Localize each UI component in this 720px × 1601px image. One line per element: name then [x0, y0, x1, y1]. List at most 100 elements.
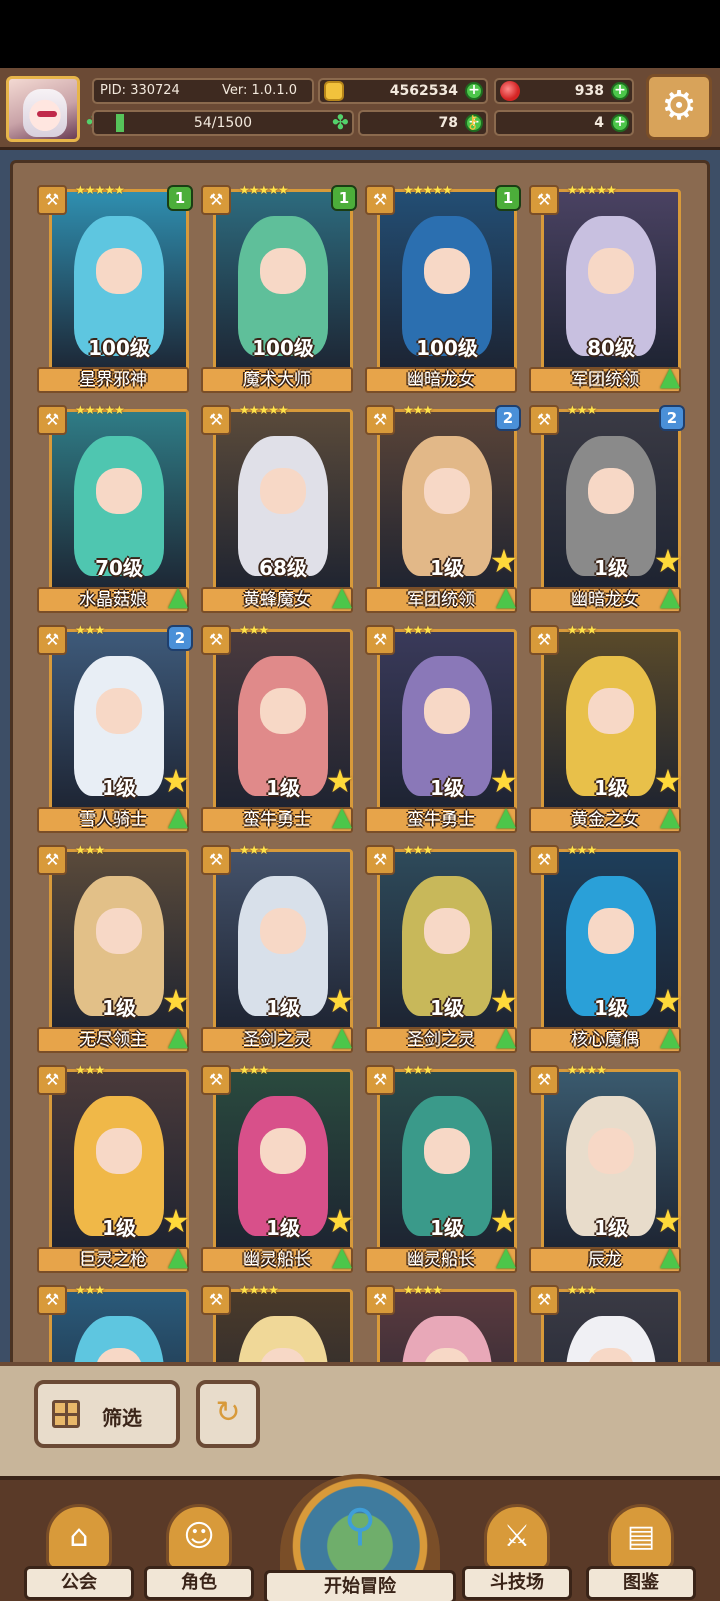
gem-value: 938 — [574, 83, 604, 99]
weapon-type-icon: ⚒ — [529, 625, 559, 655]
filter-button[interactable]: 筛选 — [34, 1380, 180, 1448]
status-bar — [0, 0, 720, 68]
star-up-icon: ★ — [325, 762, 355, 800]
character-portrait: 70级 — [52, 412, 186, 598]
character-grid-frame: 100级 ⚒ ★★★★★ 1 星界邪神 100级 ⚒ ★★★★★ 1 魔术大师 100级 ⚒ ★★★★★… — [10, 160, 710, 1481]
character-card[interactable]: 100级 ⚒ ★★★★★ 1 星界邪神 — [37, 183, 193, 397]
character-card[interactable]: 1级 ⚒ ★★★ 蛮牛勇士 ★ ▲ — [365, 623, 518, 837]
refresh-icon: ↻ — [215, 1395, 241, 1430]
stamina-progress: 54/1500 — [92, 110, 354, 136]
upgrade-arrow-icon: ▲ — [332, 582, 352, 612]
character-portrait: 80级 — [544, 192, 678, 378]
rarity-stars: ★★★ — [567, 623, 597, 637]
rarity-stars: ★★★ — [75, 1063, 105, 1077]
character-card[interactable]: 100级 ⚒ ★★★★★ 1 魔术大师 — [201, 183, 357, 397]
character-card[interactable]: 1级 ⚒ ★★★ 核心魔偶 ★ ▲ — [529, 843, 682, 1057]
weapon-type-icon: ⚒ — [37, 185, 67, 215]
star-up-icon: ★ — [653, 982, 683, 1020]
nav-codex[interactable]: ▤ 图鉴 — [586, 1504, 696, 1601]
star-up-icon: ★ — [653, 762, 683, 800]
weapon-type-icon: ⚒ — [529, 845, 559, 875]
character-face — [424, 688, 470, 734]
character-face — [260, 248, 306, 294]
upgrade-arrow-icon: ▲ — [332, 1242, 352, 1272]
character-card[interactable]: 1级 ⚒ ★★★ 巨灵之枪 ★ ▲ — [37, 1063, 190, 1277]
character-card[interactable]: 1级 ⚒ ★★★ 无尽领主 ★ ▲ — [37, 843, 190, 1057]
weapon-type-icon: ⚒ — [201, 405, 231, 435]
stamina-progress-text: 54/1500 — [193, 115, 253, 131]
upgrade-arrow-icon: ▲ — [332, 802, 352, 832]
rank-badge: 2 — [495, 405, 521, 431]
rank-badge: 1 — [167, 185, 193, 211]
character-face — [588, 248, 634, 294]
nav-start-adventure[interactable]: ⚲ 开始冒险 — [264, 1474, 456, 1601]
guild-building-icon: ⌂ — [46, 1504, 112, 1570]
clover-value: 78 — [438, 115, 458, 131]
star-up-icon: ★ — [161, 762, 191, 800]
character-face — [588, 468, 634, 514]
add-keys-button[interactable]: + — [611, 114, 629, 132]
rank-badge: 2 — [659, 405, 685, 431]
nav-character-label: 角色 — [144, 1566, 254, 1600]
star-up-icon: ★ — [489, 982, 519, 1020]
weapon-type-icon: ⚒ — [365, 1285, 395, 1315]
character-card[interactable]: 1级 ⚒ ★★★ 圣剑之灵 ★ ▲ — [201, 843, 354, 1057]
character-card[interactable]: 1级 ⚒ ★★★ 2 军团统领 ★ ▲ — [365, 403, 521, 617]
settings-button[interactable]: ⚙ — [646, 74, 712, 140]
character-card[interactable]: 1级 ⚒ ★★★ 蛮牛勇士 ★ ▲ — [201, 623, 354, 837]
refresh-button[interactable]: ↻ — [196, 1380, 260, 1448]
character-card[interactable]: 1级 ⚒ ★★★ 2 雪人骑士 ★ ▲ — [37, 623, 193, 837]
player-id: PID: 330724 — [100, 83, 180, 98]
character-card[interactable]: 70级 ⚒ ★★★★★ 水晶菇娘 ▲ — [37, 403, 189, 617]
character-card[interactable]: 80级 ⚒ ★★★★★ 军团统领 ▲ — [529, 183, 681, 397]
character-face — [588, 908, 634, 954]
rarity-stars: ★★★★ — [239, 1283, 279, 1297]
character-name: 幽暗龙女 — [407, 370, 475, 390]
weapon-type-icon: ⚒ — [529, 1065, 559, 1095]
rarity-stars: ★★★ — [403, 1063, 433, 1077]
weapon-type-icon: ⚒ — [529, 405, 559, 435]
player-avatar[interactable] — [6, 76, 80, 142]
magnifier-icon: ⚲ — [343, 1500, 377, 1551]
weapon-type-icon: ⚒ — [201, 185, 231, 215]
weapon-type-icon: ⚒ — [37, 845, 67, 875]
card-frame: 100级 — [49, 189, 189, 381]
rarity-stars: ★★★★ — [403, 1283, 443, 1297]
character-card[interactable]: 1级 ⚒ ★★★ 圣剑之灵 ★ ▲ — [365, 843, 518, 1057]
rarity-stars: ★★★ — [239, 623, 269, 637]
nav-codex-label: 图鉴 — [586, 1566, 696, 1600]
character-portrait: 100级 — [380, 192, 514, 378]
weapon-type-icon: ⚒ — [365, 405, 395, 435]
rarity-stars: ★★★ — [403, 623, 433, 637]
character-card[interactable]: 1级 ⚒ ★★★ 幽灵船长 ★ ▲ — [201, 1063, 354, 1277]
nav-guild[interactable]: ⌂ 公会 — [24, 1504, 134, 1601]
coin-value: 4562534 — [389, 83, 458, 99]
upgrade-arrow-icon: ▲ — [496, 582, 516, 612]
character-face — [260, 688, 306, 734]
character-card[interactable]: 68级 ⚒ ★★★★★ 黄蜂魔女 ▲ — [201, 403, 353, 617]
character-card[interactable]: 1级 ⚒ ★★★ 2 幽暗龙女 ★ ▲ — [529, 403, 685, 617]
character-face — [588, 1128, 634, 1174]
weapon-type-icon: ⚒ — [201, 625, 231, 655]
character-level: 100级 — [252, 336, 314, 360]
upgrade-arrow-icon: ▲ — [660, 1242, 680, 1272]
character-card[interactable]: 1级 ⚒ ★★★ 幽灵船长 ★ ▲ — [365, 1063, 518, 1277]
book-icon: ▤ — [608, 1504, 674, 1570]
nav-arena[interactable]: ⚔ 斗技场 — [462, 1504, 572, 1601]
character-card[interactable]: 1级 ⚒ ★★★★ 辰龙 ★ ▲ — [529, 1063, 682, 1277]
star-up-icon: ★ — [653, 542, 683, 580]
filter-icon — [52, 1400, 80, 1428]
add-gems-button[interactable]: + — [611, 82, 629, 100]
version-label: Ver: 1.0.1.0 — [222, 83, 297, 98]
weapon-type-icon: ⚒ — [201, 845, 231, 875]
bottom-navbar: ⌂ 公会 ☺ 角色 ⚲ 开始冒险 ⚔ 斗技场 ▤ 图鉴 — [0, 1474, 720, 1601]
character-card[interactable]: 100级 ⚒ ★★★★★ 1 幽暗龙女 — [365, 183, 521, 397]
rarity-stars: ★★★★ — [567, 1063, 607, 1077]
nav-character[interactable]: ☺ 角色 — [144, 1504, 254, 1601]
character-card[interactable]: 1级 ⚒ ★★★ 黄金之女 ★ ▲ — [529, 623, 682, 837]
add-coins-button[interactable]: + — [465, 82, 483, 100]
character-face — [260, 468, 306, 514]
weapon-type-icon: ⚒ — [365, 845, 395, 875]
gem-icon — [500, 81, 520, 101]
rarity-stars: ★★★ — [239, 843, 269, 857]
